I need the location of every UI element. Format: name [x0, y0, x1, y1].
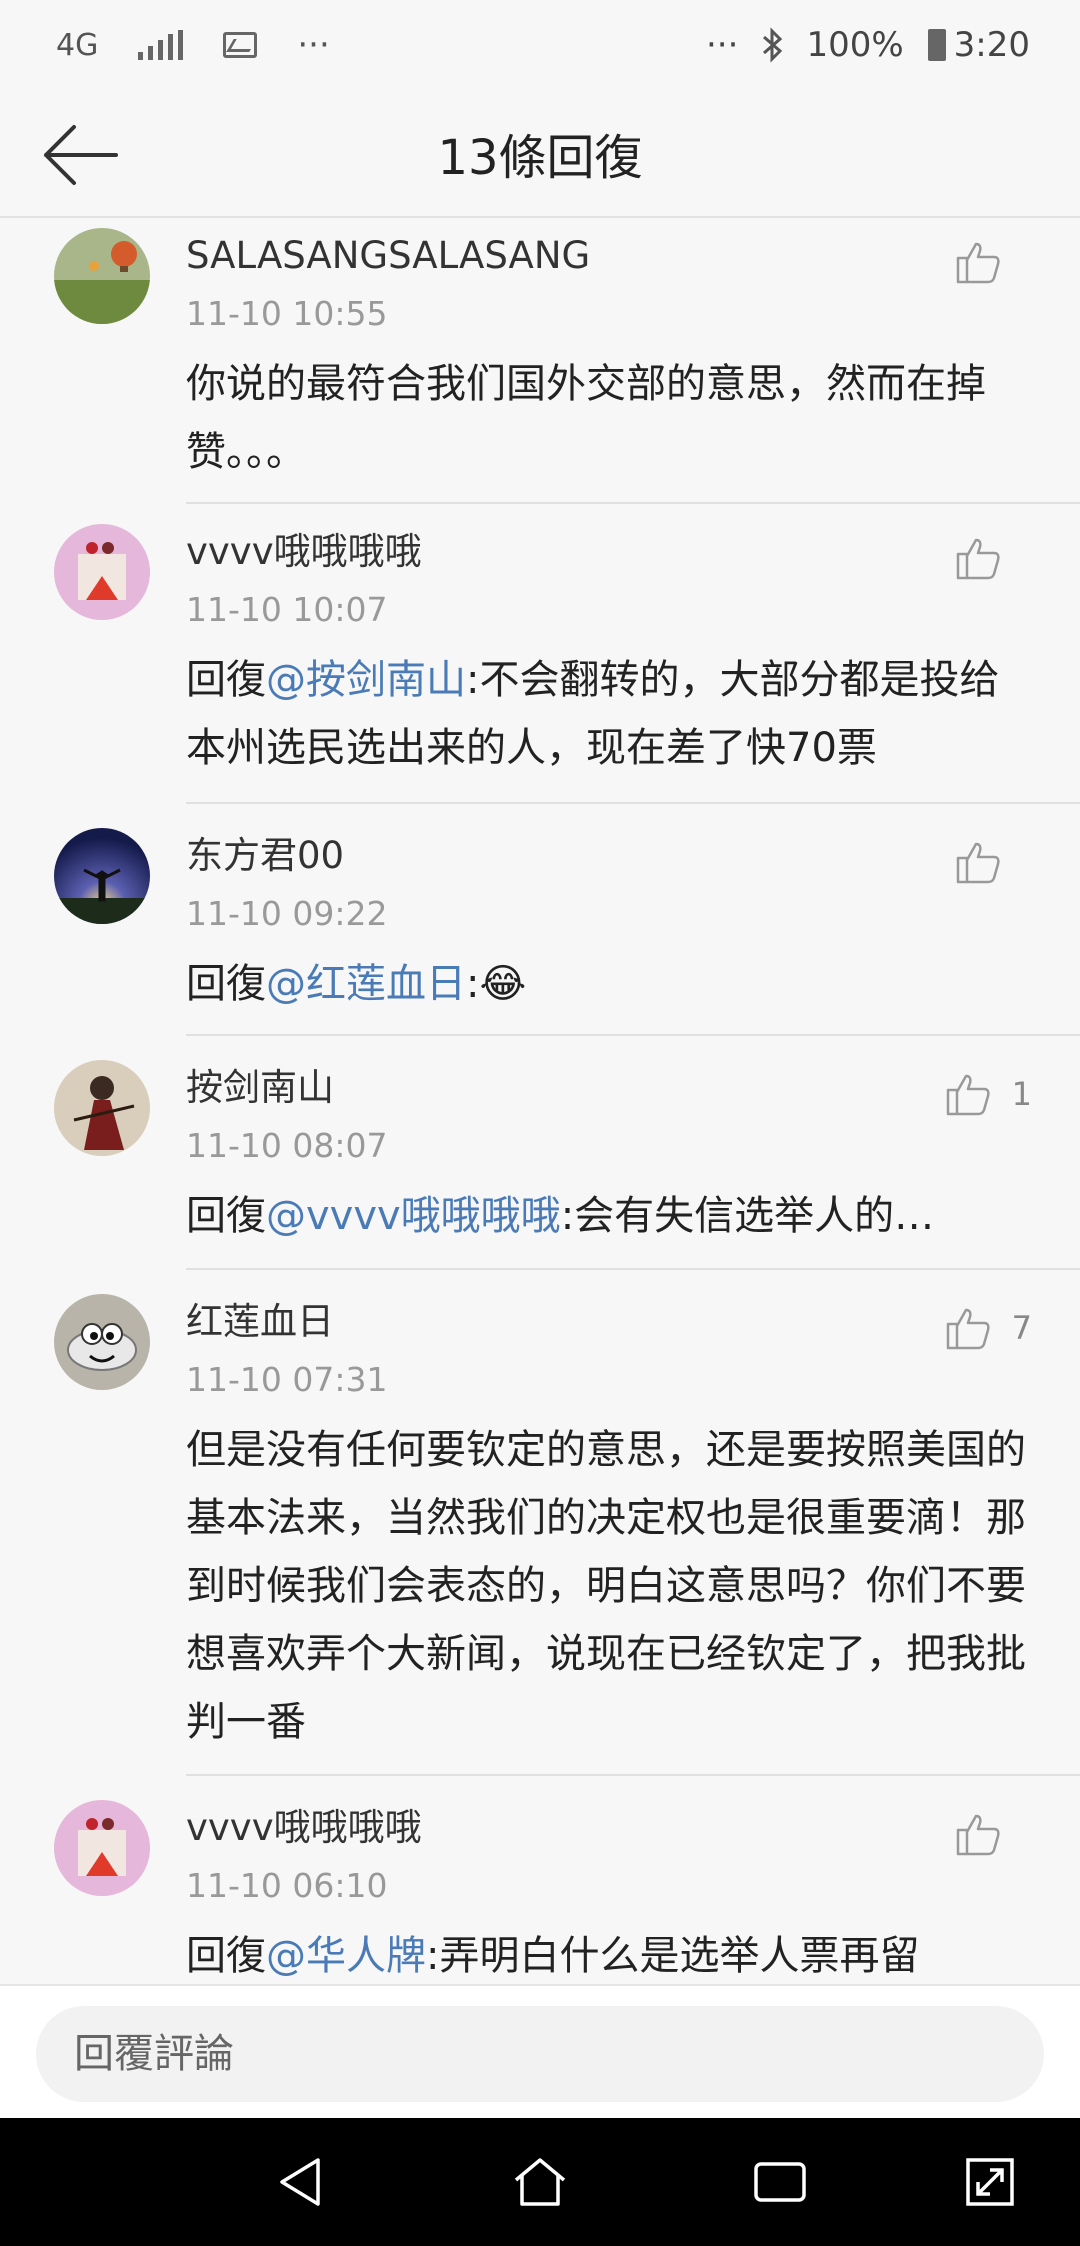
timestamp: 11-10 10:55	[186, 294, 388, 333]
comment-item: 按剑南山 11-10 08:07 回復@vvvv哦哦哦哦:会有失信选举人的… 1	[0, 1036, 1080, 1268]
recent-apps-icon[interactable]	[750, 2152, 810, 2212]
mention-link[interactable]: @按剑南山	[266, 657, 466, 703]
comment-body: :弄明白什么是选举人票再留	[426, 1933, 920, 1979]
like-button[interactable]	[954, 238, 1022, 286]
timestamp: 11-10 07:31	[186, 1360, 388, 1399]
comment-item: vvvv哦哦哦哦 11-10 10:07 回復@按剑南山:不会翻转的，大部分都是…	[0, 504, 1080, 802]
like-button[interactable]	[954, 534, 1022, 582]
mention-link[interactable]: @vvvv哦哦哦哦	[266, 1193, 561, 1239]
comment-text: 回復@按剑南山:不会翻转的，大部分都是投给本州选民选出来的人，现在差了快70票	[186, 646, 1080, 804]
back-nav-icon[interactable]	[272, 2152, 332, 2212]
reply-prefix: 回復	[186, 1193, 266, 1239]
mention-link[interactable]: @红莲血日	[266, 961, 466, 1007]
like-button[interactable]	[954, 1810, 1022, 1858]
status-bar: 4G ··· ··· 100% 3:20	[0, 0, 1080, 90]
like-button[interactable]: 7	[944, 1304, 1032, 1352]
like-button[interactable]	[954, 838, 1022, 886]
like-button[interactable]: 1	[944, 1070, 1032, 1118]
comment-list[interactable]: SALASANGSALASANG 11-10 10:55 你说的最符合我们国外交…	[0, 218, 1080, 1984]
username[interactable]: vvvv哦哦哦哦	[186, 504, 1080, 584]
thumbs-up-icon	[956, 842, 1000, 884]
more-notifications-icon: ···	[297, 25, 330, 65]
thumbs-up-icon	[956, 538, 1000, 580]
page-title: 13條回復	[437, 130, 643, 186]
avatar[interactable]	[54, 1294, 150, 1390]
username[interactable]: SALASANGSALASANG	[186, 218, 1080, 288]
image-notification-icon	[223, 32, 258, 58]
reply-prefix: 回復	[186, 1933, 266, 1979]
comment-text: 回復@红莲血日:😂	[186, 950, 1080, 1040]
timestamp: 11-10 09:22	[186, 894, 388, 933]
bluetooth-icon	[763, 27, 783, 63]
avatar[interactable]	[54, 1800, 150, 1896]
username[interactable]: vvvv哦哦哦哦	[186, 1776, 1080, 1860]
mention-link[interactable]: @华人牌	[266, 1933, 426, 1979]
like-count: 1	[1011, 1075, 1032, 1113]
username[interactable]: 东方君00	[186, 804, 1080, 888]
avatar[interactable]	[54, 524, 150, 620]
comment-text: 你说的最符合我们国外交部的意思，然而在掉赞。。。	[186, 361, 986, 475]
avatar[interactable]	[54, 1060, 150, 1156]
comment-body: :会有失信选举人的…	[560, 1193, 935, 1239]
fullscreen-icon[interactable]	[960, 2152, 1020, 2212]
signal-icon	[138, 30, 184, 60]
comment-text: 但是没有任何要钦定的意思，还是要按照美国的基本法来，当然我们的决定权也是很重要滴…	[186, 1427, 1026, 1745]
laughing-emoji-icon: 😂	[479, 961, 527, 1007]
timestamp: 11-10 10:07	[186, 590, 388, 629]
comment-text: 回復@vvvv哦哦哦哦:会有失信选举人的…	[186, 1182, 1080, 1272]
comment-item: SALASANGSALASANG 11-10 10:55 你说的最符合我们国外交…	[0, 218, 1080, 502]
comment-text: 回復@华人牌:弄明白什么是选举人票再留	[186, 1922, 1080, 1984]
thumbs-up-icon	[956, 1814, 1000, 1856]
thumbs-up-icon	[956, 242, 1000, 284]
battery-icon	[927, 29, 946, 61]
home-nav-icon[interactable]	[510, 2152, 570, 2212]
comment-body: :	[466, 961, 480, 1007]
thumbs-up-icon	[946, 1074, 990, 1116]
thumbs-up-icon	[946, 1308, 990, 1350]
more-status-icon: ···	[706, 25, 739, 65]
battery-percent: 100%	[806, 25, 904, 65]
reply-bar	[0, 1984, 1080, 2118]
reply-input[interactable]	[36, 2006, 1044, 2102]
comment-item: vvvv哦哦哦哦 11-10 06:10 回復@华人牌:弄明白什么是选举人票再留	[0, 1776, 1080, 1984]
comment-item: 东方君00 11-10 09:22 回復@红莲血日:😂	[0, 804, 1080, 1034]
navigation-bar	[0, 2118, 1080, 2246]
reply-prefix: 回復	[186, 657, 266, 703]
timestamp: 11-10 08:07	[186, 1126, 388, 1165]
clock: 3:20	[953, 25, 1030, 65]
network-type: 4G	[56, 27, 99, 63]
reply-prefix: 回復	[186, 961, 266, 1007]
avatar[interactable]	[54, 828, 150, 924]
back-arrow-icon[interactable]	[40, 120, 120, 190]
like-count: 7	[1011, 1309, 1032, 1347]
timestamp: 11-10 06:10	[186, 1866, 388, 1905]
app-header: 13條回復	[0, 90, 1080, 218]
comment-item: 红莲血日 11-10 07:31 但是没有任何要钦定的意思，还是要按照美国的基本…	[0, 1270, 1080, 1774]
avatar[interactable]	[54, 228, 150, 324]
